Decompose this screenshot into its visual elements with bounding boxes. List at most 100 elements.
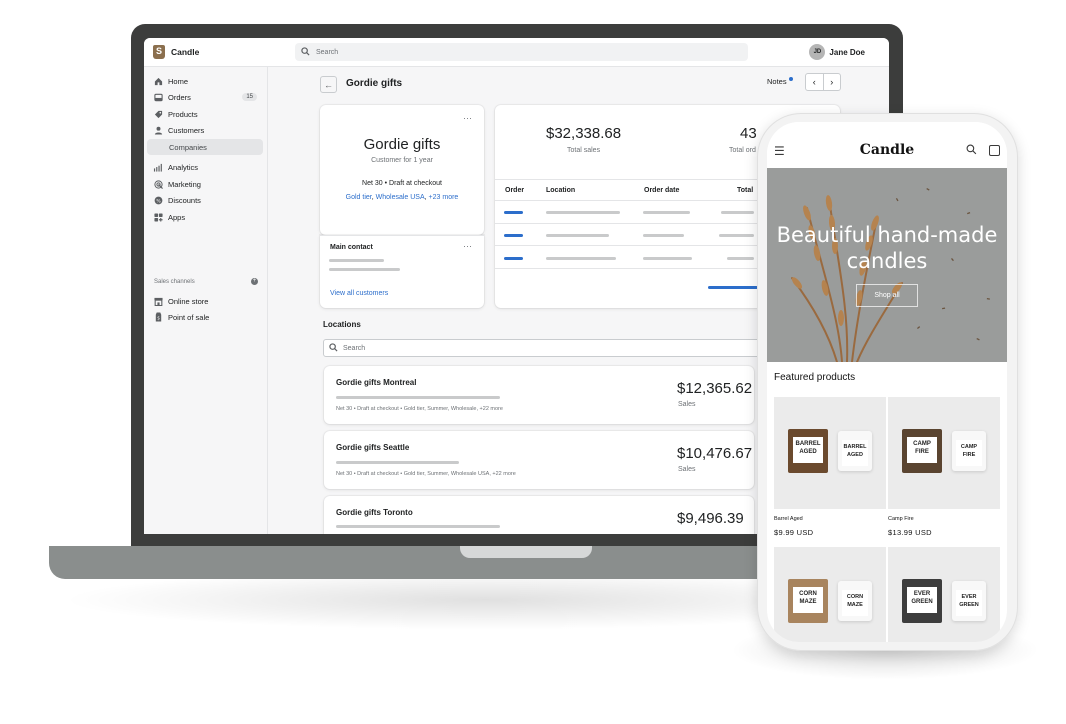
candle-jar-image: CORN MAZE	[838, 581, 872, 621]
location-sales-label: Sales	[678, 466, 696, 473]
candle-box-image: BARREL AGED	[788, 429, 828, 473]
location-meta: Net 30 • Draft at checkout • Gold tier, …	[336, 406, 503, 412]
sidebar-item-online-store[interactable]: Online store	[153, 294, 263, 308]
product-card-barrel-aged[interactable]: BARREL AGED BARREL AGED	[774, 397, 886, 509]
total-placeholder	[727, 257, 754, 260]
sidebar-item-home[interactable]: Home	[153, 74, 263, 88]
total-orders-label: Total ord	[729, 147, 756, 154]
product-name[interactable]: Barrel Aged	[774, 516, 803, 522]
orders-count-badge: 15	[242, 93, 257, 101]
total-placeholder	[719, 234, 754, 237]
global-search-input[interactable]: Search	[295, 43, 748, 61]
sidebar-item-label: Products	[168, 109, 198, 119]
sidebar-item-orders[interactable]: Orders 15	[153, 90, 263, 104]
avatar: JD	[809, 44, 826, 60]
product-card-camp-fire[interactable]: CAMP FIRE CAMP FIRE	[888, 397, 1000, 509]
add-sales-channel-button[interactable]: +	[251, 278, 258, 285]
sidebar-item-marketing[interactable]: Marketing	[153, 177, 263, 191]
tag-link[interactable]: Wholesale USA	[376, 194, 425, 201]
total-orders-value: 43	[740, 125, 757, 142]
user-menu[interactable]: JD Jane Doe	[809, 44, 865, 60]
column-header-order[interactable]: Order	[505, 187, 524, 194]
search-placeholder: Search	[316, 48, 339, 56]
sidebar-item-label: Home	[168, 76, 189, 86]
sidebar-item-label: Apps	[168, 212, 186, 222]
product-price: $13.99 USD	[888, 528, 932, 537]
sidebar-item-companies[interactable]: Companies	[147, 139, 263, 155]
candle-jar-image: BARREL AGED	[838, 431, 872, 471]
candle-label: CORN MAZE	[793, 587, 823, 613]
contact-name-placeholder	[329, 259, 384, 262]
order-number-placeholder	[504, 234, 523, 237]
candle-label: CORN MAZE	[842, 590, 868, 616]
back-button[interactable]: ←	[320, 76, 337, 93]
pos-icon: $	[153, 312, 163, 322]
locations-title: Locations	[323, 320, 361, 329]
home-icon	[153, 76, 163, 86]
candle-jar-image: CAMP FIRE	[952, 431, 986, 471]
column-header-total[interactable]: Total	[737, 187, 753, 194]
sidebar-item-analytics[interactable]: Analytics	[153, 160, 263, 174]
sidebar-item-apps[interactable]: Apps	[153, 210, 263, 224]
column-header-order-date[interactable]: Order date	[644, 187, 679, 194]
search-icon[interactable]	[966, 144, 977, 158]
product-card-corn-maze[interactable]: CORN MAZE CORN MAZE	[774, 547, 886, 642]
hero-banner: Beautiful hand-made candles Shop all	[767, 168, 1007, 362]
sidebar-item-discounts[interactable]: % Discounts	[153, 193, 263, 207]
location-sales-amount: $10,476.67	[677, 445, 753, 462]
company-name: Gordie gifts	[363, 136, 441, 153]
sidebar-item-label: Customers	[168, 125, 205, 135]
store-brand[interactable]: Candle	[153, 45, 199, 59]
store-icon	[153, 296, 163, 306]
sidebar-item-label: Marketing	[168, 179, 201, 189]
product-name[interactable]: Camp Fire	[888, 516, 914, 522]
location-card[interactable]: Gordie gifts Toronto $9,496.39	[324, 496, 754, 534]
date-placeholder	[643, 257, 692, 260]
storefront-screen: ☰ Candle Beautiful hand-made candles Sho…	[767, 122, 1007, 642]
store-name: Candle	[171, 47, 200, 57]
discount-icon: %	[153, 195, 163, 205]
sidebar-item-label: Analytics	[168, 162, 199, 172]
location-placeholder	[546, 211, 620, 214]
product-card-ever-green[interactable]: EVER GREEN EVER GREEN	[888, 547, 1000, 642]
sidebar-item-label: Orders	[168, 92, 191, 102]
person-icon	[153, 125, 163, 135]
notes-indicator-dot	[789, 77, 793, 81]
notes-button[interactable]: Notes	[767, 77, 787, 86]
date-placeholder	[643, 211, 690, 214]
sidebar-item-point-of-sale[interactable]: $ Point of sale	[153, 310, 263, 324]
candle-label: BARREL AGED	[793, 437, 823, 463]
page-title: Gordie gifts	[346, 78, 403, 89]
product-price: $9.99 USD	[774, 528, 814, 537]
location-sales-amount: $9,496.39	[677, 510, 744, 527]
location-sales-label: Sales	[678, 401, 696, 408]
candle-label: CAMP FIRE	[956, 440, 982, 466]
column-header-location[interactable]: Location	[546, 187, 575, 194]
location-placeholder	[546, 257, 616, 260]
view-all-orders-link-placeholder[interactable]	[708, 286, 758, 289]
order-number-placeholder	[504, 257, 523, 260]
location-address-placeholder	[336, 461, 459, 464]
payment-terms: Net 30 • Draft at checkout	[362, 180, 442, 187]
svg-text:$: $	[157, 316, 160, 322]
cart-icon[interactable]	[989, 145, 1000, 156]
total-sales-value: $32,338.68	[546, 125, 622, 142]
view-all-customers-link[interactable]: View all customers	[330, 290, 388, 297]
more-actions-icon[interactable]: ···	[463, 113, 472, 123]
location-card[interactable]: Gordie gifts Seattle Net 30 • Draft at c…	[324, 431, 754, 489]
user-name: Jane Doe	[829, 47, 865, 57]
tag-link[interactable]: Gold tier	[346, 194, 372, 201]
sidebar-item-products[interactable]: Products	[153, 107, 263, 121]
location-card[interactable]: Gordie gifts Montreal Net 30 • Draft at …	[324, 366, 754, 424]
previous-button[interactable]: ‹	[806, 74, 824, 90]
candle-label: EVER GREEN	[956, 590, 982, 616]
more-actions-icon[interactable]: ···	[463, 241, 472, 251]
candle-box-image: CAMP FIRE	[902, 429, 942, 473]
customer-since: Customer for 1 year	[371, 157, 433, 164]
tag-icon	[153, 109, 163, 119]
more-tags-link[interactable]: +23 more	[429, 194, 459, 201]
sidebar-item-customers[interactable]: Customers	[153, 123, 263, 137]
shop-all-button[interactable]: Shop all	[856, 284, 918, 307]
next-button[interactable]: ›	[824, 74, 841, 90]
apps-icon	[153, 212, 163, 222]
